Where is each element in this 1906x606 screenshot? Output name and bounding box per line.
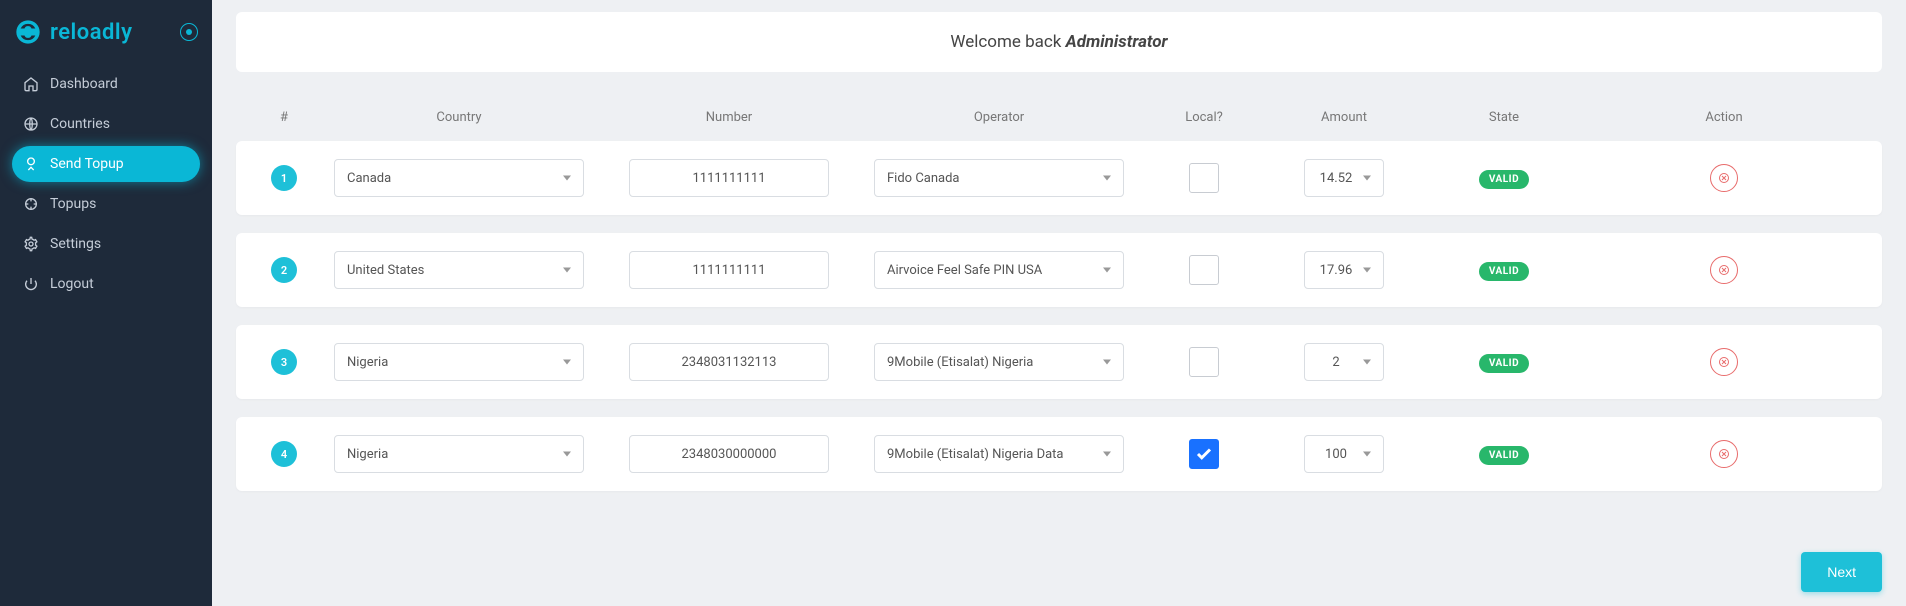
operator-select[interactable]: 9Mobile (Etisalat) Nigeria Data: [874, 435, 1124, 473]
amount-value: 100: [1325, 447, 1347, 462]
spinner-icon: [22, 195, 40, 213]
operator-select-value: Fido Canada: [887, 171, 960, 186]
sidebar: reloadly Dashboard Countries Send Topup Top…: [0, 0, 212, 606]
sidebar-item-settings[interactable]: Settings: [12, 226, 200, 262]
table-row: 1 Canada 1111111111 Fido Canada 14.52 VALID: [236, 141, 1882, 215]
globe-icon: [22, 115, 40, 133]
local-checkbox[interactable]: [1189, 347, 1219, 377]
row-delete-button[interactable]: [1710, 256, 1738, 284]
amount-select[interactable]: 14.52: [1304, 159, 1384, 197]
row-delete-button[interactable]: [1710, 348, 1738, 376]
power-icon: [22, 275, 40, 293]
country-select[interactable]: Canada: [334, 159, 584, 197]
topup-table: # Country Number Operator Local? Amount …: [236, 100, 1882, 491]
home-icon: [22, 75, 40, 93]
country-select-value: Nigeria: [347, 355, 388, 370]
country-select-value: Canada: [347, 171, 391, 186]
main-content: Welcome back Administrator # Country Num…: [212, 0, 1906, 606]
brand-badge-icon: [180, 23, 198, 41]
row-index-badge: 1: [271, 165, 297, 191]
operator-select[interactable]: 9Mobile (Etisalat) Nigeria: [874, 343, 1124, 381]
welcome-username: Administrator: [1066, 32, 1168, 52]
operator-select-value: 9Mobile (Etisalat) Nigeria Data: [887, 447, 1064, 462]
sidebar-item-countries[interactable]: Countries: [12, 106, 200, 142]
amount-select[interactable]: 2: [1304, 343, 1384, 381]
country-select[interactable]: Nigeria: [334, 343, 584, 381]
brand-name: reloadly: [50, 20, 133, 45]
sidebar-item-topups[interactable]: Topups: [12, 186, 200, 222]
local-checkbox[interactable]: [1189, 439, 1219, 469]
row-delete-button[interactable]: [1710, 440, 1738, 468]
sidebar-item-label: Settings: [50, 236, 101, 252]
col-header-amount: Amount: [1264, 110, 1424, 125]
brand: reloadly: [0, 10, 212, 66]
table-row: 4 Nigeria 2348030000000 9Mobile (Etisalat) …: [236, 417, 1882, 491]
state-badge: VALID: [1479, 170, 1529, 189]
amount-value: 2: [1332, 355, 1339, 370]
operator-select-value: Airvoice Feel Safe PIN USA: [887, 263, 1042, 278]
welcome-prefix: Welcome back: [950, 32, 1065, 52]
operator-select[interactable]: Fido Canada: [874, 159, 1124, 197]
local-checkbox[interactable]: [1189, 255, 1219, 285]
sidebar-item-label: Dashboard: [50, 76, 118, 92]
gear-icon: [22, 235, 40, 253]
amount-value: 17.96: [1320, 263, 1353, 278]
number-input[interactable]: 2348031132113: [629, 343, 829, 381]
col-header-operator: Operator: [854, 110, 1144, 125]
number-input-value: 2348031132113: [682, 355, 777, 370]
amount-select[interactable]: 100: [1304, 435, 1384, 473]
state-badge: VALID: [1479, 262, 1529, 281]
number-input[interactable]: 2348030000000: [629, 435, 829, 473]
amount-select[interactable]: 17.96: [1304, 251, 1384, 289]
state-badge: VALID: [1479, 446, 1529, 465]
local-checkbox[interactable]: [1189, 163, 1219, 193]
operator-select-value: 9Mobile (Etisalat) Nigeria: [887, 355, 1033, 370]
col-header-state: State: [1424, 110, 1584, 125]
sidebar-item-label: Logout: [50, 276, 94, 292]
sidebar-nav: Dashboard Countries Send Topup Topups Settin…: [0, 66, 212, 302]
country-select-value: United States: [347, 263, 424, 278]
col-header-country: Country: [314, 110, 604, 125]
sidebar-item-label: Countries: [50, 116, 110, 132]
row-delete-button[interactable]: [1710, 164, 1738, 192]
operator-select[interactable]: Airvoice Feel Safe PIN USA: [874, 251, 1124, 289]
row-index-badge: 2: [271, 257, 297, 283]
sidebar-item-logout[interactable]: Logout: [12, 266, 200, 302]
table-header: # Country Number Operator Local? Amount …: [236, 100, 1882, 141]
col-header-number: Number: [604, 110, 854, 125]
country-select[interactable]: Nigeria: [334, 435, 584, 473]
number-input[interactable]: 1111111111: [629, 251, 829, 289]
col-header-local: Local?: [1144, 110, 1264, 125]
sidebar-item-label: Send Topup: [50, 156, 124, 172]
row-index-badge: 4: [271, 441, 297, 467]
number-input-value: 1111111111: [692, 171, 765, 186]
brand-logo-icon: [14, 18, 42, 46]
table-row: 2 United States 1111111111 Airvoice Feel Sa…: [236, 233, 1882, 307]
number-input[interactable]: 1111111111: [629, 159, 829, 197]
table-row: 3 Nigeria 2348031132113 9Mobile (Etisalat) …: [236, 325, 1882, 399]
state-badge: VALID: [1479, 354, 1529, 373]
sidebar-item-send-topup[interactable]: Send Topup: [12, 146, 200, 182]
amount-value: 14.52: [1320, 171, 1353, 186]
country-select[interactable]: United States: [334, 251, 584, 289]
welcome-banner: Welcome back Administrator: [236, 12, 1882, 72]
col-header-action: Action: [1584, 110, 1864, 125]
sidebar-item-dashboard[interactable]: Dashboard: [12, 66, 200, 102]
sidebar-item-label: Topups: [50, 196, 96, 212]
country-select-value: Nigeria: [347, 447, 388, 462]
number-input-value: 2348030000000: [682, 447, 777, 462]
topup-icon: [22, 155, 40, 173]
number-input-value: 1111111111: [692, 263, 765, 278]
next-button[interactable]: Next: [1801, 552, 1882, 592]
col-header-index: #: [254, 110, 314, 125]
row-index-badge: 3: [271, 349, 297, 375]
